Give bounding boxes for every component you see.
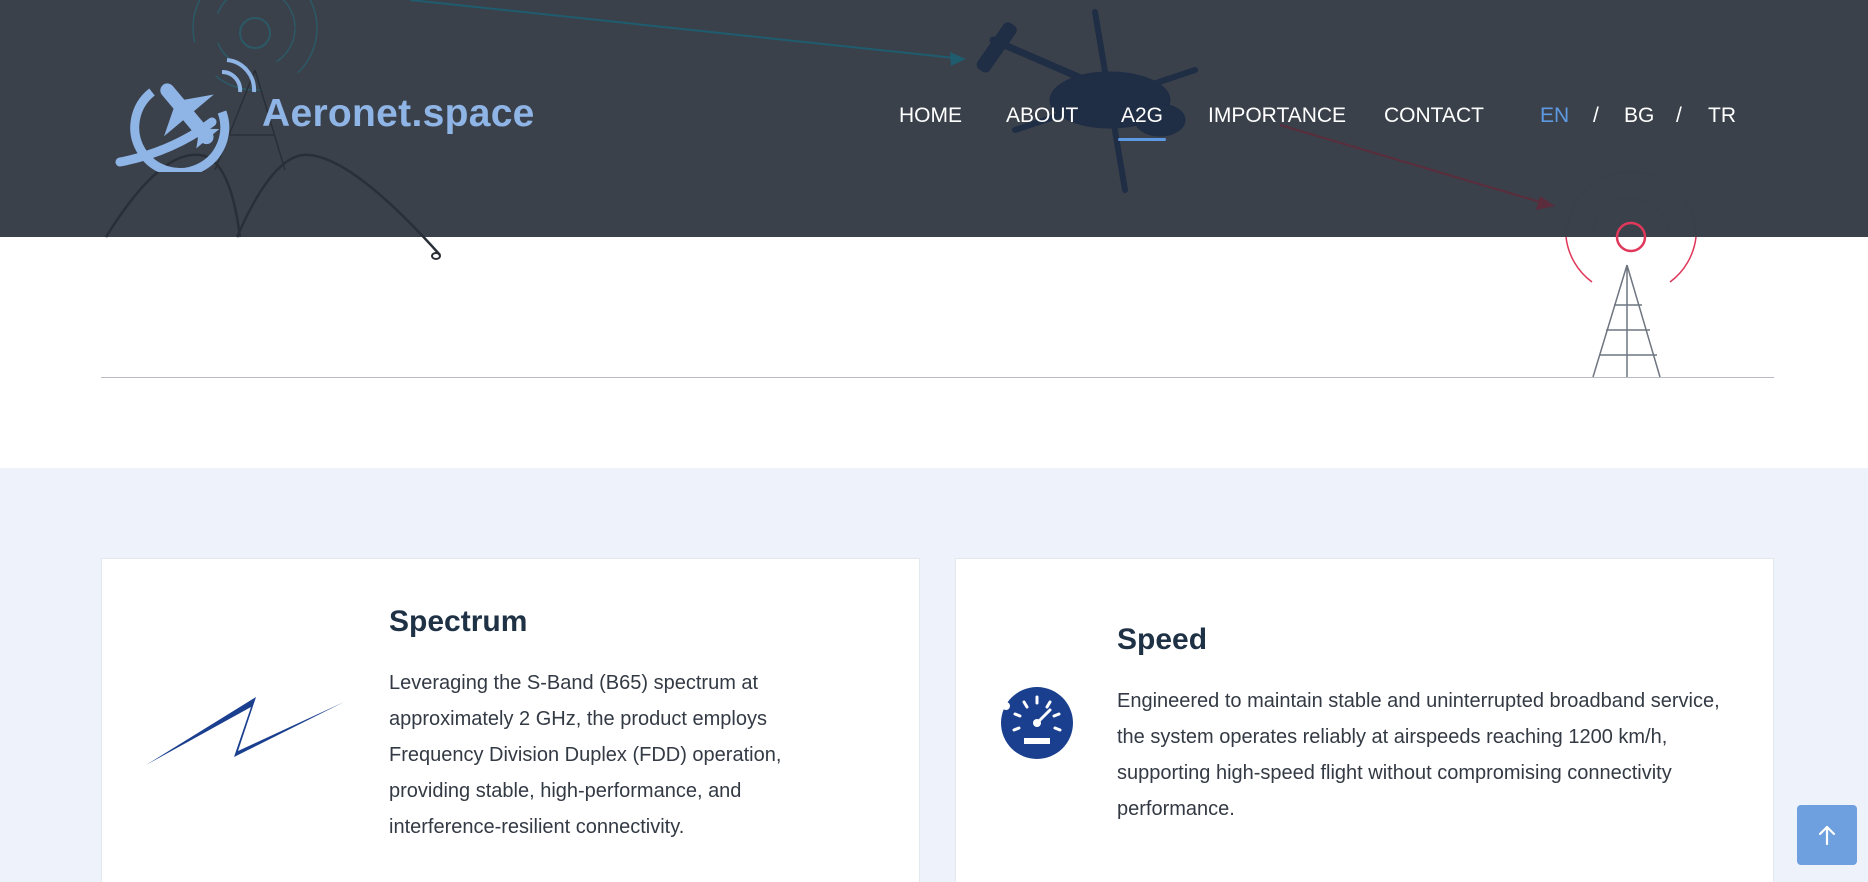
lang-separator: /	[1593, 104, 1599, 127]
feature-card-spectrum: Spectrum Leveraging the S-Band (B65) spe…	[101, 558, 920, 882]
nav-home[interactable]: HOME	[899, 104, 962, 128]
lang-tr[interactable]: TR	[1708, 104, 1736, 128]
arrow-up-icon	[1818, 825, 1836, 846]
feature-description: Leveraging the S-Band (B65) spectrum at …	[389, 672, 782, 838]
nav-contact[interactable]: CONTACT	[1384, 104, 1484, 128]
lang-bg[interactable]: BG	[1624, 104, 1654, 128]
lang-en[interactable]: EN	[1540, 104, 1569, 128]
mountain-line-end	[431, 252, 441, 260]
section-divider	[101, 377, 1774, 378]
feature-card-speed: Speed Engineered to maintain stable and …	[955, 558, 1774, 882]
signal-ring-red	[1565, 236, 1593, 283]
lightning-bolt-icon	[146, 697, 344, 765]
nav-about[interactable]: ABOUT	[1006, 104, 1078, 128]
logo-text: Aeronet.space	[262, 92, 535, 135]
feature-description: Engineered to maintain stable and uninte…	[1117, 690, 1720, 820]
nav-a2g[interactable]: A2G	[1117, 104, 1167, 141]
feature-title: Spectrum	[389, 605, 528, 638]
lang-separator: /	[1676, 104, 1682, 127]
airplane-logo-icon	[115, 58, 257, 172]
tower-lines	[1592, 264, 1661, 378]
scroll-to-top-button[interactable]	[1797, 805, 1857, 865]
signal-ring-red	[1669, 236, 1697, 283]
nav-importance[interactable]: IMPORTANCE	[1208, 104, 1346, 128]
speedometer-icon	[1001, 687, 1073, 759]
logo-link[interactable]	[112, 52, 262, 172]
feature-title: Speed	[1117, 623, 1208, 656]
